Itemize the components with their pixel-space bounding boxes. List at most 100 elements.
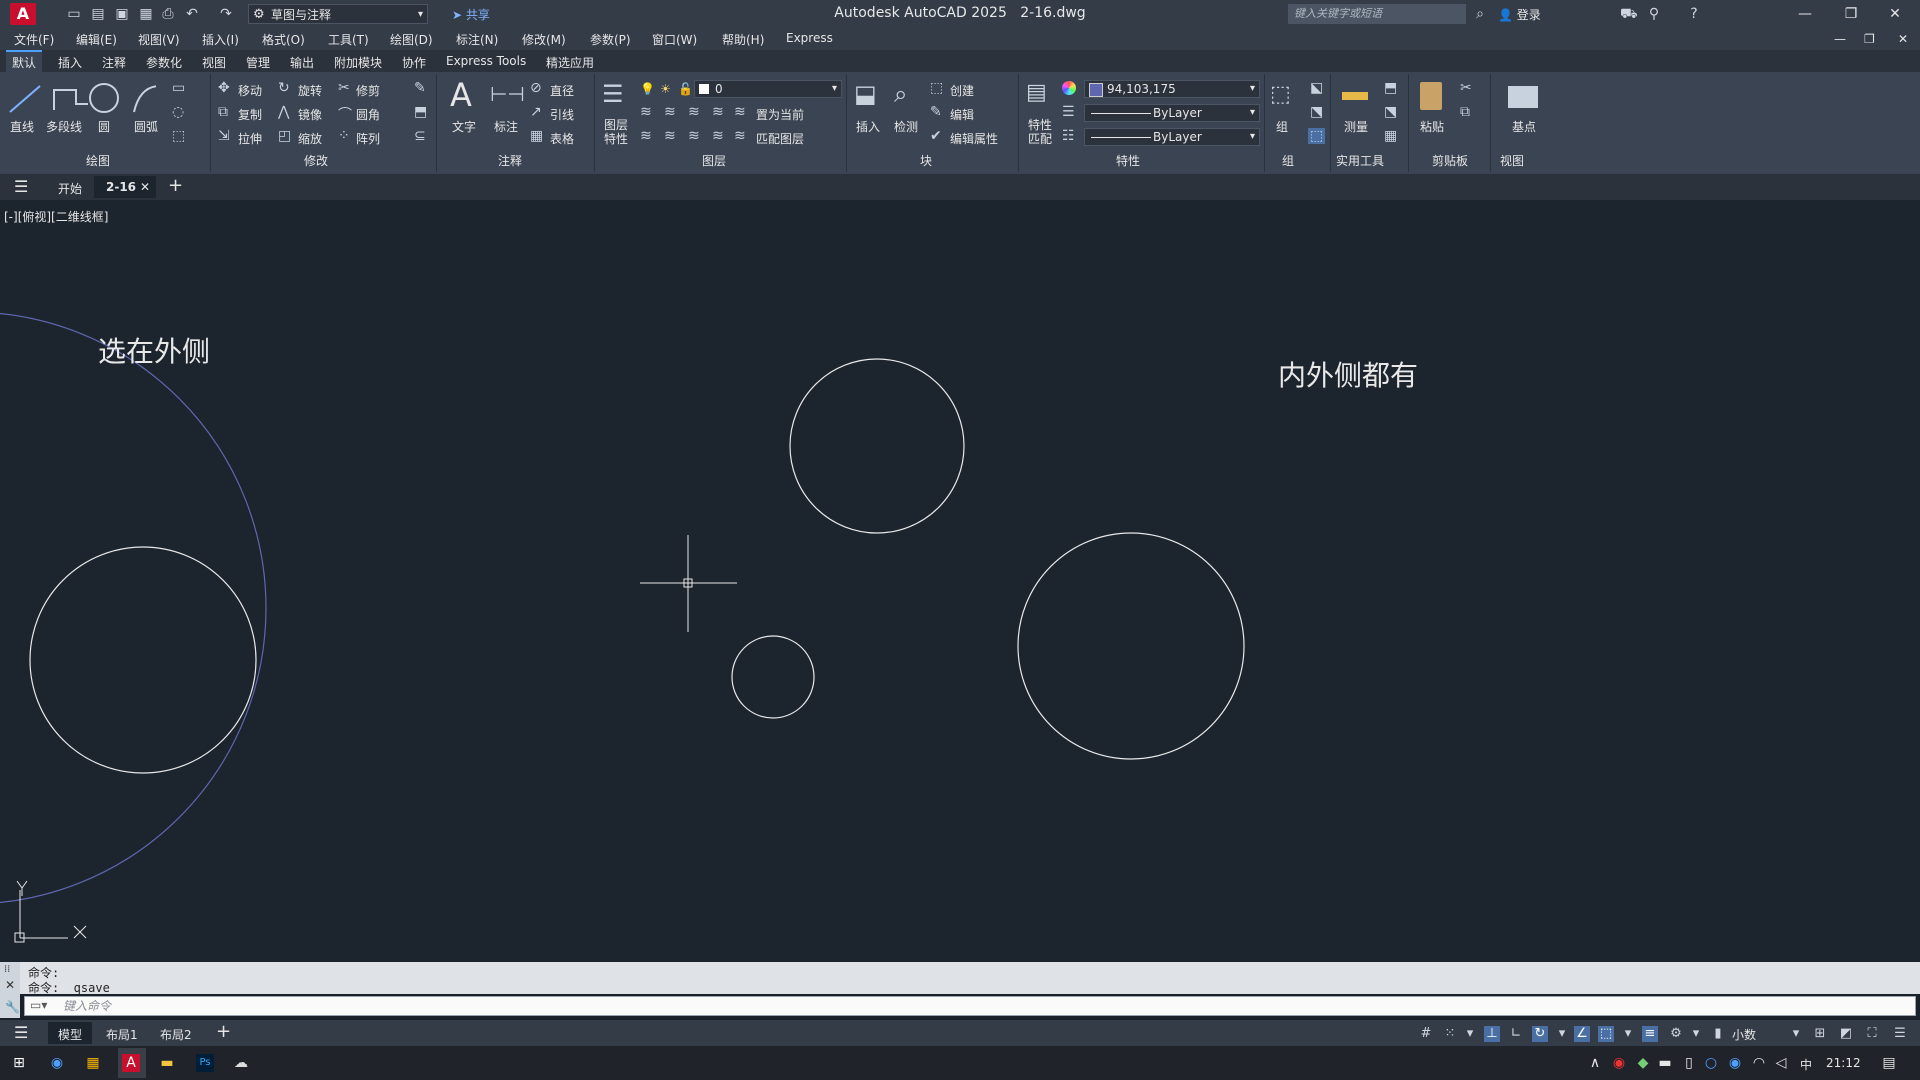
tab-express-tools[interactable]: Express Tools	[446, 54, 526, 68]
annotation-text-outside[interactable]: 选在外侧	[98, 330, 210, 370]
drawing-canvas[interactable]	[0, 200, 1920, 962]
doc-restore-icon[interactable]: ❐	[1864, 32, 1875, 46]
tab-featured-apps[interactable]: 精选应用	[546, 54, 594, 71]
sync-icon[interactable]: ○	[1702, 1054, 1720, 1072]
windows-start-icon[interactable]: ⊞	[10, 1054, 28, 1072]
color-wheel-icon[interactable]	[1062, 81, 1076, 95]
match-properties-button[interactable]: 特性 匹配	[1028, 118, 1052, 146]
app-tray-icon[interactable]: ▬	[1656, 1054, 1674, 1072]
new-file-icon[interactable]: ▭	[66, 6, 82, 22]
hamburger-menu-icon[interactable]: ☰	[14, 177, 28, 196]
linetype-select[interactable]: ByLayer ▾	[1084, 128, 1260, 146]
chat-app-icon[interactable]: ☁	[232, 1054, 250, 1072]
polar-tracking-icon[interactable]: ↻	[1532, 1026, 1548, 1042]
menu-view[interactable]: 视图(V)	[138, 31, 180, 48]
layer-tool-icon[interactable]: ≋	[712, 128, 724, 144]
object-snap-icon[interactable]: ⬚	[1598, 1026, 1614, 1042]
autocad-logo-icon[interactable]: A	[10, 3, 36, 25]
rectangle-icon[interactable]: ▭	[172, 80, 185, 96]
search-input[interactable]: 键入关键字或短语	[1288, 4, 1466, 24]
menu-edit[interactable]: 编辑(E)	[76, 31, 117, 48]
command-input[interactable]: 键入命令	[24, 996, 1916, 1016]
layer-tool-icon[interactable]: ≋	[664, 104, 676, 120]
notification-icon[interactable]: ▤	[1880, 1054, 1898, 1072]
fillet-button[interactable]: 圆角	[356, 106, 380, 123]
layer-select[interactable]: 0 ▾	[694, 80, 842, 98]
browser-tray-icon[interactable]: ◉	[1726, 1054, 1744, 1072]
menu-parametric[interactable]: 参数(P)	[590, 31, 631, 48]
panel-annotation-label[interactable]: 注释	[498, 152, 522, 169]
diameter-button[interactable]: 直径	[550, 82, 574, 99]
new-tab-icon[interactable]: +	[168, 175, 183, 196]
menu-file[interactable]: 文件(F)	[14, 31, 54, 48]
ortho-icon[interactable]: ∟	[1508, 1026, 1524, 1042]
leader-button[interactable]: 引线	[550, 106, 574, 123]
cut-icon[interactable]: ✂	[1460, 80, 1472, 96]
set-current-button[interactable]: 置为当前	[756, 106, 804, 123]
layer-tool-icon[interactable]: ≋	[688, 128, 700, 144]
restore-button[interactable]: ❐	[1836, 4, 1866, 24]
minimize-button[interactable]: —	[1790, 4, 1820, 24]
array-button[interactable]: 阵列	[356, 130, 380, 147]
share-button[interactable]: ➤ 共享	[452, 6, 490, 23]
offset-icon[interactable]: ⊆	[414, 128, 426, 144]
chevron-down-icon[interactable]: ▾	[1462, 1026, 1478, 1042]
menu-format[interactable]: 格式(O)	[262, 31, 305, 48]
panel-clipboard-label[interactable]: 剪贴板	[1432, 152, 1468, 169]
tab-model[interactable]: 模型	[58, 1026, 82, 1043]
layer-tool-icon[interactable]: ≋	[664, 128, 676, 144]
stretch-button[interactable]: 拉伸	[238, 130, 262, 147]
rotate-button[interactable]: 旋转	[298, 82, 322, 99]
panel-draw-label[interactable]: 绘图	[86, 152, 110, 169]
search-icon[interactable]: ⌕	[1472, 6, 1488, 22]
units-select[interactable]: 小数	[1732, 1026, 1756, 1043]
cart-icon[interactable]: ⛟	[1620, 6, 1638, 22]
match-layer-button[interactable]: 匹配图层	[756, 130, 804, 147]
account-icon[interactable]: ⚲	[1646, 6, 1662, 22]
store-icon[interactable]: ▦	[84, 1054, 102, 1072]
isolate-objects-icon[interactable]: ◩	[1838, 1026, 1854, 1042]
edit-attribute-button[interactable]: 编辑属性	[950, 130, 998, 147]
tab-view[interactable]: 视图	[202, 54, 226, 71]
menu-modify[interactable]: 修改(M)	[522, 31, 566, 48]
lineweight-select[interactable]: ByLayer ▾	[1084, 104, 1260, 122]
paste-button[interactable]: 粘贴	[1420, 118, 1444, 135]
tab-parametric[interactable]: 参数化	[146, 54, 182, 71]
tab-addins[interactable]: 附加模块	[334, 54, 382, 71]
chevron-down-icon[interactable]: ▾	[1788, 1026, 1804, 1042]
tab-default[interactable]: 默认	[6, 50, 43, 72]
tab-current-file[interactable]: 2-16	[106, 180, 136, 194]
insert-button[interactable]: 插入	[856, 118, 880, 135]
group-select-icon[interactable]: ⬚	[1308, 128, 1326, 144]
nvidia-icon[interactable]: ◆	[1634, 1054, 1652, 1072]
help-icon[interactable]: ?	[1686, 6, 1702, 22]
line-button[interactable]: 直线	[10, 118, 34, 135]
close-command-icon[interactable]: ✕	[5, 978, 15, 992]
save-as-icon[interactable]: ▦	[138, 6, 154, 22]
layer-properties-button[interactable]: 图层 特性	[604, 118, 628, 146]
close-tab-icon[interactable]: ✕	[140, 180, 150, 194]
explode-icon[interactable]: ⬒	[414, 104, 427, 120]
quick-properties-icon[interactable]: ⊞	[1812, 1026, 1828, 1042]
group-button[interactable]: 组	[1276, 118, 1288, 135]
clock[interactable]: 21:12	[1826, 1056, 1861, 1070]
scale-button[interactable]: 缩放	[298, 130, 322, 147]
chevron-down-icon[interactable]: ▾	[1554, 1026, 1570, 1042]
circle-button[interactable]: 圆	[98, 118, 110, 135]
panel-layers-label[interactable]: 图层	[702, 152, 726, 169]
menu-tools[interactable]: 工具(T)	[328, 31, 369, 48]
boundary-icon[interactable]: ⬚	[172, 128, 185, 144]
doc-close-icon[interactable]: ✕	[1898, 32, 1908, 46]
photoshop-icon[interactable]: Ps	[196, 1054, 214, 1072]
workspace-gear-icon[interactable]: ⚙	[1668, 1026, 1684, 1042]
tray-expand-icon[interactable]: ∧	[1586, 1054, 1604, 1072]
erase-icon[interactable]: ✎	[414, 80, 426, 96]
doc-minimize-icon[interactable]: —	[1834, 32, 1846, 46]
annotation-text-both[interactable]: 内外侧都有	[1278, 354, 1418, 394]
arc-button[interactable]: 圆弧	[134, 118, 158, 135]
open-file-icon[interactable]: ▤	[90, 6, 106, 22]
tab-insert[interactable]: 插入	[58, 54, 82, 71]
layout-menu-icon[interactable]: ☰	[14, 1023, 28, 1042]
create-block-button[interactable]: 创建	[950, 82, 974, 99]
lineweight-toggle-icon[interactable]: ≡	[1642, 1026, 1658, 1042]
